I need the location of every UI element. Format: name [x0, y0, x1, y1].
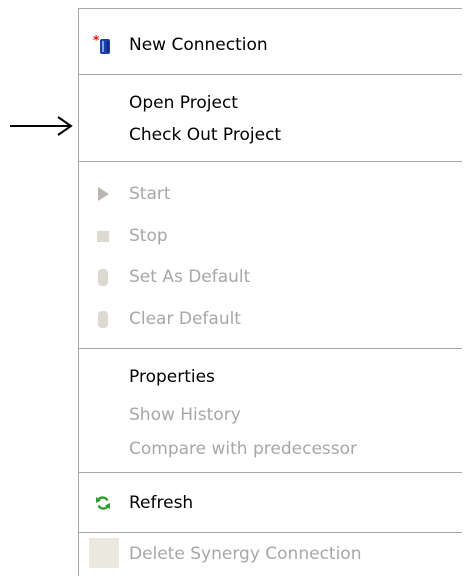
menu-item-label: Start	[129, 184, 171, 204]
menu-item-label: Compare with predecessor	[129, 439, 358, 459]
new-connection-icon: *	[93, 35, 110, 54]
menu-item-properties[interactable]: Properties	[79, 359, 462, 395]
refresh-icon	[96, 496, 110, 510]
database-icon	[98, 311, 108, 328]
svg-text:*: *	[93, 35, 100, 47]
menu-item-start[interactable]: Start	[79, 176, 462, 212]
menu-item-delete-synergy-connection[interactable]: Delete Synergy Connection	[79, 536, 462, 572]
menu-separator	[79, 348, 462, 349]
menu-item-label: Stop	[129, 226, 168, 246]
context-menu: * New Connection Open Project Check Out …	[78, 8, 462, 576]
menu-item-label: Check Out Project	[129, 125, 282, 145]
menu-separator	[79, 74, 462, 75]
menu-item-label: Properties	[129, 367, 215, 387]
menu-item-new-connection[interactable]: * New Connection	[79, 27, 462, 63]
menu-separator	[79, 161, 462, 162]
right-arrow-icon	[10, 116, 73, 136]
menu-item-show-history[interactable]: Show History	[79, 397, 462, 433]
menu-item-set-as-default[interactable]: Set As Default	[79, 259, 462, 295]
menu-item-label: Delete Synergy Connection	[129, 544, 362, 564]
menu-item-label: Refresh	[129, 493, 194, 513]
database-icon	[98, 269, 108, 286]
delete-icon	[89, 538, 119, 568]
menu-item-refresh[interactable]: Refresh	[79, 485, 462, 521]
menu-item-label: Clear Default	[129, 309, 241, 329]
menu-item-label: Set As Default	[129, 267, 251, 287]
menu-item-compare-with-predecessor[interactable]: Compare with predecessor	[79, 431, 462, 467]
menu-item-open-project[interactable]: Open Project	[79, 85, 462, 121]
menu-item-stop[interactable]: Stop	[79, 218, 462, 254]
menu-item-check-out-project[interactable]: Check Out Project	[79, 117, 462, 153]
menu-item-label: New Connection	[129, 35, 268, 55]
menu-item-label: Show History	[129, 405, 241, 425]
stop-icon	[97, 231, 109, 242]
menu-separator	[79, 532, 462, 533]
menu-item-clear-default[interactable]: Clear Default	[79, 301, 462, 337]
menu-item-label: Open Project	[129, 93, 238, 113]
menu-separator	[79, 472, 462, 473]
play-icon	[98, 187, 109, 201]
